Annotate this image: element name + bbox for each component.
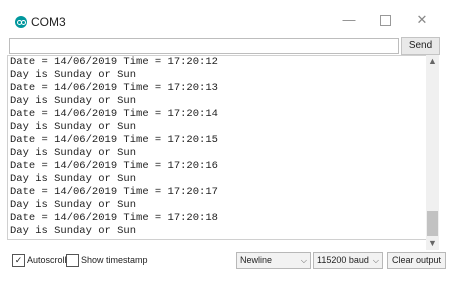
show-timestamp-checkbox[interactable] — [66, 254, 79, 267]
maximize-button[interactable] — [372, 10, 398, 30]
show-timestamp-label: Show timestamp — [81, 255, 148, 265]
title-bar: COM3 — ✕ — [0, 0, 450, 32]
output-scrollbar[interactable]: ▲ ▼ — [426, 55, 439, 250]
arduino-logo-icon — [15, 16, 27, 28]
window-title: COM3 — [31, 15, 66, 29]
baud-rate-dropdown[interactable]: 115200 baud ⌵ — [313, 252, 383, 269]
output-line: Date = 14/06/2019 Time = 17:20:13 — [10, 82, 218, 94]
serial-output[interactable]: Date = 14/06/2019 Time = 17:20:12 Day is … — [7, 55, 427, 240]
scroll-down-icon[interactable]: ▼ — [426, 237, 439, 250]
minimize-icon: — — [342, 12, 356, 27]
send-button[interactable]: Send — [401, 37, 440, 55]
chevron-down-icon: ⌵ — [372, 256, 379, 265]
autoscroll-checkbox[interactable]: ✓ — [12, 254, 25, 267]
output-line: Day is Sunday or Sun — [10, 199, 137, 211]
output-line: Day is Sunday or Sun — [10, 147, 137, 159]
close-button[interactable]: ✕ — [409, 10, 435, 30]
output-line: Date = 14/06/2019 Time = 17:20:18 — [10, 212, 218, 224]
line-ending-value: Newline — [240, 255, 273, 265]
output-line: Day is Sunday or Sun — [10, 95, 137, 107]
maximize-icon — [379, 15, 391, 26]
output-line: Day is Sunday or Sun — [10, 173, 137, 185]
clear-output-button[interactable]: Clear output — [387, 252, 446, 269]
bottom-bar: ✓ Autoscroll Show timestamp Newline ⌵ 11… — [0, 250, 450, 270]
scroll-up-icon[interactable]: ▲ — [426, 55, 439, 68]
output-line: Day is Sunday or Sun — [10, 121, 137, 133]
chevron-down-icon: ⌵ — [300, 256, 307, 265]
serial-monitor-window: COM3 — ✕ Send Date = 14/06/2019 Time = 1… — [0, 0, 450, 283]
close-icon: ✕ — [416, 12, 428, 27]
output-line: Date = 14/06/2019 Time = 17:20:15 — [10, 134, 218, 146]
output-line: Date = 14/06/2019 Time = 17:20:17 — [10, 186, 218, 198]
minimize-button[interactable]: — — [336, 10, 362, 30]
scrollbar-thumb[interactable] — [427, 211, 438, 236]
baud-rate-value: 115200 baud — [317, 255, 369, 265]
output-line: Date = 14/06/2019 Time = 17:20:14 — [10, 108, 218, 120]
output-line: Date = 14/06/2019 Time = 17:20:16 — [10, 160, 218, 172]
output-lines: Date = 14/06/2019 Time = 17:20:12 Day is … — [10, 56, 218, 238]
send-input[interactable] — [9, 38, 399, 54]
send-row: Send — [0, 36, 450, 56]
output-line: Date = 14/06/2019 Time = 17:20:12 — [10, 56, 218, 68]
line-ending-dropdown[interactable]: Newline ⌵ — [236, 252, 311, 269]
output-line: Day is Sunday or Sun — [10, 225, 137, 237]
autoscroll-label: Autoscroll — [27, 255, 67, 265]
output-line: Day is Sunday or Sun — [10, 69, 137, 81]
